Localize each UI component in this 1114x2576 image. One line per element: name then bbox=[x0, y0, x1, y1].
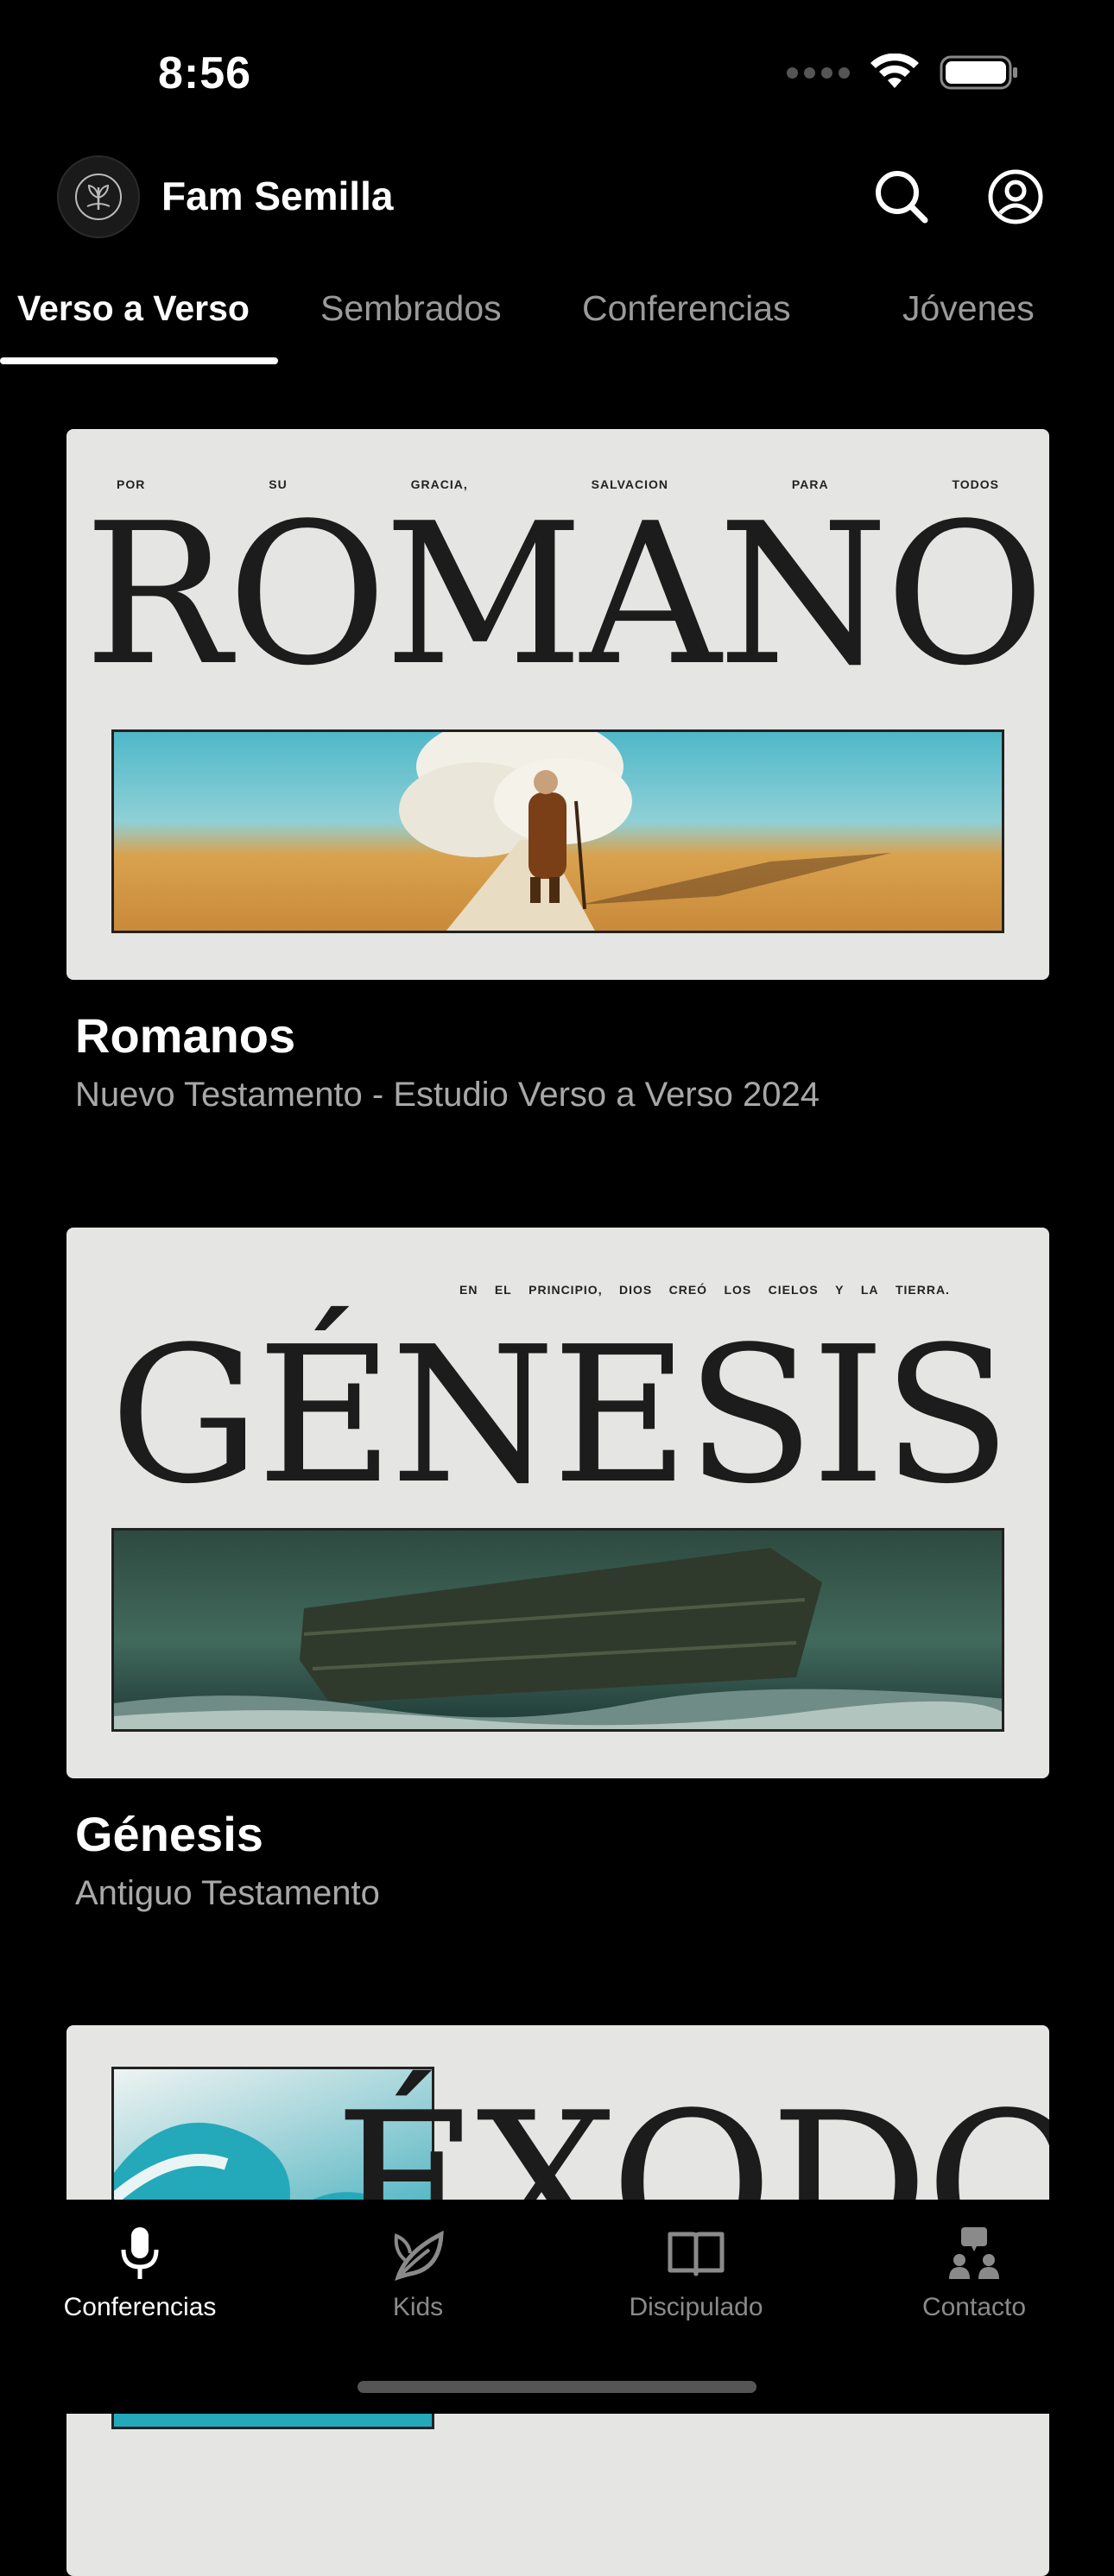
series-subtitle: Nuevo Testamento - Estudio Verso a Verso… bbox=[75, 1076, 820, 1114]
nav-label: Kids bbox=[392, 2293, 444, 2321]
home-indicator bbox=[358, 2381, 756, 2393]
desert-scene-image bbox=[111, 729, 1004, 933]
ark-illustration bbox=[114, 1548, 1002, 1729]
status-bar: 8:56 bbox=[0, 0, 1114, 147]
series-cover-romanos[interactable]: POR SU GRACIA, SALVACION PARA TODOS ROMA… bbox=[66, 429, 1049, 980]
cellular-signal-icon bbox=[787, 66, 850, 79]
contact-icon bbox=[949, 2227, 999, 2279]
series-card-genesis[interactable]: EN EL PRINCIPIO, DIOS CREÓ LOS CIELOS Y … bbox=[66, 1228, 1049, 1913]
cover-tagline: EN EL PRINCIPIO, DIOS CREÓ LOS CIELOS Y … bbox=[459, 1283, 950, 1297]
nav-contacto[interactable]: Contacto bbox=[870, 2219, 1078, 2322]
plant-logo-icon bbox=[75, 174, 122, 220]
search-button[interactable] bbox=[867, 162, 936, 231]
tab-verso-a-verso[interactable]: Verso a Verso bbox=[17, 288, 250, 329]
series-title: Génesis bbox=[75, 1807, 263, 1861]
nav-label: Conferencias bbox=[63, 2293, 217, 2321]
cover-word-genesis: GÉNESIS bbox=[110, 1307, 1011, 1525]
search-icon bbox=[876, 171, 928, 224]
nav-label: Discipulado bbox=[629, 2293, 763, 2321]
tab-jovenes[interactable]: Jóvenes bbox=[902, 288, 1035, 329]
category-tabs: Verso a Verso Sembrados Conferencias Jóv… bbox=[0, 276, 1114, 367]
series-cover-genesis[interactable]: EN EL PRINCIPIO, DIOS CREÓ LOS CIELOS Y … bbox=[66, 1228, 1049, 1778]
nav-label: Contacto bbox=[921, 2293, 1027, 2321]
nav-kids[interactable]: Kids bbox=[314, 2219, 522, 2322]
microphone-icon bbox=[121, 2227, 159, 2279]
status-time: 8:56 bbox=[158, 48, 252, 98]
active-tab-indicator bbox=[0, 357, 278, 364]
status-icons bbox=[787, 54, 1019, 92]
sprout-icon bbox=[394, 2230, 444, 2281]
tab-sembrados[interactable]: Sembrados bbox=[320, 288, 502, 329]
series-subtitle: Antiguo Testamento bbox=[75, 1874, 380, 1912]
battery-icon bbox=[940, 55, 1017, 90]
app-title: Fam Semilla bbox=[161, 174, 394, 218]
nav-discipulado[interactable]: Discipulado bbox=[592, 2219, 800, 2322]
nav-conferencias[interactable]: Conferencias bbox=[36, 2219, 244, 2322]
wifi-icon bbox=[870, 54, 919, 88]
app-logo bbox=[57, 155, 140, 238]
ark-scene-image bbox=[111, 1528, 1004, 1732]
cover-word-romanos: ROMANOS bbox=[84, 482, 1049, 709]
series-title: Romanos bbox=[75, 1008, 296, 1063]
series-card-romanos[interactable]: POR SU GRACIA, SALVACION PARA TODOS ROMA… bbox=[66, 429, 1049, 1114]
app-header: Fam Semilla bbox=[0, 147, 1114, 246]
profile-button[interactable] bbox=[981, 162, 1050, 231]
tab-conferencias[interactable]: Conferencias bbox=[582, 288, 791, 329]
book-icon bbox=[668, 2232, 725, 2276]
user-profile-icon bbox=[988, 169, 1043, 224]
traveler-illustration bbox=[399, 732, 891, 931]
